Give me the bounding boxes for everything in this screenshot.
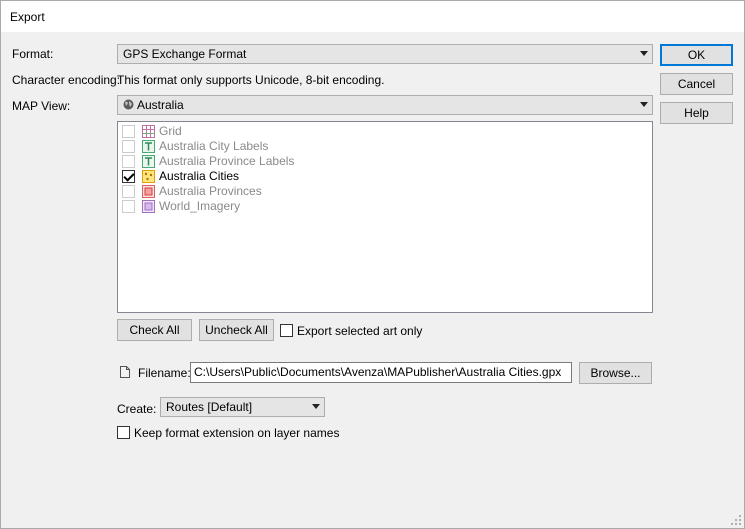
keep-extension-checkbox[interactable] bbox=[117, 426, 130, 439]
polygon-layer-icon bbox=[142, 185, 155, 198]
layer-checkbox[interactable] bbox=[122, 170, 135, 183]
layer-item-world-imagery[interactable]: World_Imagery bbox=[122, 199, 422, 214]
chevron-down-icon bbox=[640, 102, 648, 107]
resize-grip-icon[interactable] bbox=[731, 515, 741, 525]
layer-label: Australia Provinces bbox=[159, 184, 262, 198]
help-button[interactable]: Help bbox=[660, 102, 733, 124]
create-dropdown[interactable]: Routes [Default] bbox=[160, 397, 325, 417]
uncheck-all-button[interactable]: Uncheck All bbox=[199, 319, 274, 341]
chevron-down-icon bbox=[640, 51, 648, 56]
browse-button[interactable]: Browse... bbox=[579, 362, 652, 384]
grid-layer-icon bbox=[142, 125, 155, 138]
layer-item-grid[interactable]: Grid bbox=[122, 124, 422, 139]
filename-input[interactable]: C:\Users\Public\Documents\Avenza\MAPubli… bbox=[190, 362, 572, 383]
layer-checkbox[interactable] bbox=[122, 200, 135, 213]
layer-label: Australia Province Labels bbox=[159, 154, 295, 168]
globe-icon bbox=[123, 99, 134, 110]
image-layer-icon bbox=[142, 200, 155, 213]
layer-label: Grid bbox=[159, 124, 182, 138]
layer-item-australia-city-labels[interactable]: Australia City Labels bbox=[122, 139, 422, 154]
map-view-label: MAP View: bbox=[12, 99, 71, 113]
layer-item-australia-cities[interactable]: Australia Cities bbox=[122, 169, 422, 184]
format-dropdown[interactable]: GPS Exchange Format bbox=[117, 44, 653, 64]
encoding-info: This format only supports Unicode, 8-bit… bbox=[117, 73, 385, 87]
layer-item-australia-province-labels[interactable]: Australia Province Labels bbox=[122, 154, 422, 169]
encoding-label: Character encoding: bbox=[12, 73, 121, 87]
export-dialog: Export Format: GPS Exchange Format Chara… bbox=[0, 0, 745, 529]
create-value: Routes [Default] bbox=[166, 400, 253, 414]
layer-checkbox[interactable] bbox=[122, 140, 135, 153]
format-label: Format: bbox=[12, 47, 54, 61]
export-selected-checkbox[interactable] bbox=[280, 324, 293, 337]
layer-label: Australia City Labels bbox=[159, 139, 269, 153]
layer-item-australia-provinces[interactable]: Australia Provinces bbox=[122, 184, 422, 199]
title-bar: Export bbox=[1, 1, 744, 32]
export-selected-label: Export selected art only bbox=[297, 324, 423, 338]
layer-label: World_Imagery bbox=[159, 199, 241, 213]
layer-checkbox[interactable] bbox=[122, 155, 135, 168]
map-view-value: Australia bbox=[137, 98, 184, 112]
window-title: Export bbox=[10, 10, 45, 24]
text-layer-icon bbox=[142, 140, 155, 153]
chevron-down-icon bbox=[312, 404, 320, 409]
layer-checkbox[interactable] bbox=[122, 185, 135, 198]
map-view-dropdown[interactable]: Australia bbox=[117, 95, 653, 115]
layer-checkbox[interactable] bbox=[122, 125, 135, 138]
ok-button[interactable]: OK bbox=[660, 44, 733, 66]
check-all-button[interactable]: Check All bbox=[117, 319, 192, 341]
file-icon bbox=[120, 366, 130, 378]
layer-list[interactable]: Grid Australia City Labels Australia Pro… bbox=[117, 121, 653, 313]
cancel-button[interactable]: Cancel bbox=[660, 73, 733, 95]
create-label: Create: bbox=[117, 402, 157, 416]
text-layer-icon bbox=[142, 155, 155, 168]
filename-label: Filename: bbox=[138, 366, 191, 380]
format-value: GPS Exchange Format bbox=[123, 47, 247, 61]
point-layer-icon bbox=[142, 170, 155, 183]
keep-extension-label: Keep format extension on layer names bbox=[134, 426, 340, 440]
layer-label: Australia Cities bbox=[159, 169, 240, 183]
